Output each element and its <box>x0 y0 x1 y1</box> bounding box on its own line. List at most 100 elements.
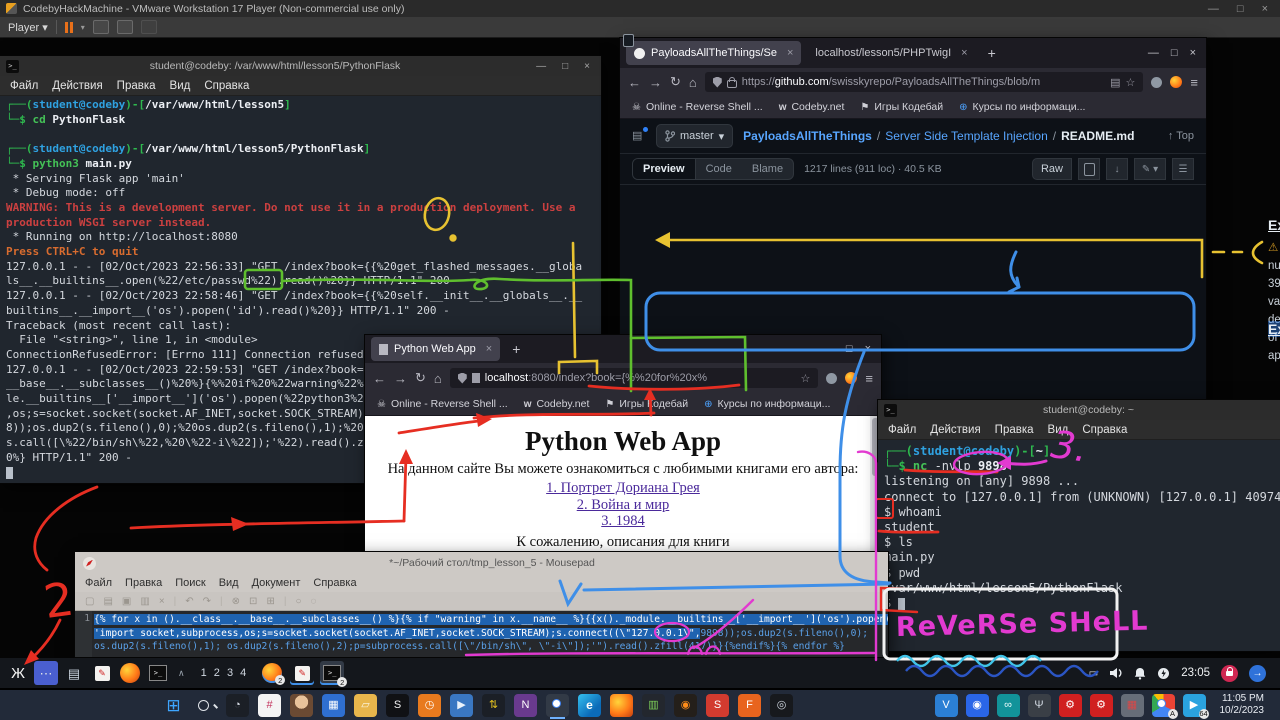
chrome-icon[interactable] <box>546 694 569 717</box>
tab-close-icon[interactable]: × <box>482 343 492 355</box>
tab-code[interactable]: Code <box>696 159 742 179</box>
yellow-arrows-icon[interactable]: ⇅ <box>482 694 505 717</box>
menu-item[interactable]: Файл <box>10 80 38 92</box>
menu-item[interactable]: Вид <box>170 80 191 92</box>
menu-item[interactable]: Поиск <box>175 577 205 589</box>
copy-icon[interactable]: ⊡ <box>249 596 257 607</box>
bookmark-item[interactable]: wCodeby.net <box>779 101 845 113</box>
tab-python-web-app[interactable]: Python Web App× <box>371 337 500 361</box>
panel-expander-icon[interactable]: ∧ <box>178 668 185 679</box>
calendar-icon[interactable]: ▦ <box>322 694 345 717</box>
home-icon[interactable]: ⌂ <box>689 75 697 90</box>
onenote-icon[interactable]: N <box>514 694 537 717</box>
tab-close-icon[interactable]: × <box>957 47 967 59</box>
raw-button[interactable]: Raw <box>1032 158 1072 180</box>
menu-item[interactable]: Действия <box>52 80 102 92</box>
search-icon[interactable]: ○ <box>295 596 301 607</box>
outline-icon[interactable]: ☰ <box>1172 158 1194 180</box>
menu-item[interactable]: Файл <box>85 577 112 589</box>
media-app-icon[interactable]: ▥ <box>642 694 665 717</box>
minimize-button[interactable]: — <box>531 61 551 72</box>
bookmark-star-icon[interactable]: ☆ <box>1126 76 1136 89</box>
forward-icon[interactable]: → <box>649 75 662 90</box>
logout-icon[interactable]: → <box>1249 665 1266 682</box>
tab-localhost[interactable]: localhost/lesson5/PHPTwigI× <box>807 41 975 65</box>
maximize-button[interactable]: □ <box>846 343 853 355</box>
player-menu[interactable]: Player ▾ <box>8 21 48 34</box>
reader-icon[interactable]: ▤ <box>1110 76 1120 89</box>
download-icon[interactable]: ↓ <box>1106 158 1128 180</box>
bookmark-item[interactable]: ⚑Игры Кодебай <box>605 398 688 410</box>
display-icon[interactable]: ▭ <box>1089 668 1098 679</box>
search-replace-icon[interactable]: ◌ <box>310 596 316 607</box>
menu-item[interactable]: Файл <box>888 424 916 436</box>
menu-item[interactable]: Справка <box>204 80 249 92</box>
pocket-icon[interactable] <box>826 373 837 384</box>
speed-meter-icon[interactable]: ◔ <box>226 694 249 717</box>
pause-button[interactable] <box>65 22 73 33</box>
menu-item[interactable]: Правка <box>117 80 156 92</box>
plant-app-icon[interactable]: Ψ <box>1028 694 1051 717</box>
menu-item[interactable]: Действия <box>930 424 980 436</box>
avatar-icon[interactable] <box>290 694 313 717</box>
url-bar[interactable]: https://github.com/swisskyrepo/PayloadsA… <box>705 72 1144 92</box>
slack-icon[interactable]: # <box>258 694 281 717</box>
notifications-bell-icon[interactable] <box>1134 667 1146 680</box>
kali-menu-icon[interactable]: Ж <box>6 661 30 685</box>
menu-item[interactable]: Вид <box>1048 424 1069 436</box>
github-heading-1[interactable]: Exploit the SSTI by calling subprocess.P… <box>1268 217 1280 235</box>
fl-studio-icon[interactable]: ◉ <box>674 694 697 717</box>
close-button[interactable]: × <box>579 61 595 72</box>
start-icon[interactable]: ⊞ <box>162 694 185 717</box>
breadcrumb-folder[interactable]: Server Side Template Injection <box>885 129 1048 143</box>
redo-icon[interactable]: ↷ <box>203 596 211 607</box>
forward-icon[interactable]: → <box>394 371 407 386</box>
minimize-button[interactable]: — <box>1148 47 1159 59</box>
github-heading-2[interactable]: Exploit the SSTI by calling Popen withou… <box>1268 321 1280 339</box>
devices-icon[interactable] <box>93 20 109 34</box>
terminal-launcher-icon[interactable]: >_ <box>146 661 170 685</box>
menu-item[interactable]: Справка <box>313 577 356 589</box>
pause-dropdown-icon[interactable]: ▾ <box>81 23 85 32</box>
terminal-titlebar[interactable]: >_ student@codeby: /var/www/html/lesson5… <box>0 56 601 76</box>
mousepad-window-icon[interactable]: ✎ <box>290 661 314 685</box>
firefox-launcher-icon[interactable] <box>120 663 140 683</box>
telegram-icon[interactable]: ▶64 <box>1183 694 1206 717</box>
shure-motiv-icon[interactable]: S <box>386 694 409 717</box>
vmware-player-icon[interactable]: ▶ <box>450 694 473 717</box>
firefox-icon[interactable] <box>610 694 633 717</box>
windows-clock[interactable]: 11:05 PM 10/2/2023 <box>1220 693 1271 717</box>
terminal-window-icon[interactable]: >_2 <box>320 661 344 685</box>
extension-icon[interactable] <box>1170 76 1182 88</box>
reload-icon[interactable]: ↻ <box>670 74 681 90</box>
fullscreen-icon[interactable] <box>117 20 133 34</box>
menu-icon[interactable]: ≡ <box>865 371 873 386</box>
edit-button[interactable]: ✎ ▾ <box>1134 158 1166 180</box>
extension-icon[interactable] <box>845 372 857 384</box>
tracking-shield-icon[interactable] <box>458 373 467 384</box>
back-icon[interactable]: ← <box>628 75 641 90</box>
file-manager-icon[interactable]: ▤ <box>62 661 86 685</box>
book-link-1[interactable]: 1. Портрет Дориана Грея <box>365 480 881 497</box>
maximize-button[interactable]: □ <box>557 61 573 72</box>
file-tree-icon[interactable]: ▤ <box>632 129 646 143</box>
menu-icon[interactable]: ≡ <box>1190 75 1198 90</box>
chrome-tray-icon[interactable]: A <box>1152 694 1175 717</box>
close-button[interactable]: × <box>1256 3 1274 15</box>
save-icon[interactable]: ▣ <box>122 596 131 607</box>
minimize-button[interactable]: — <box>823 343 834 355</box>
menu-item[interactable]: Правка <box>995 424 1034 436</box>
bookmark-item[interactable]: ☠Online - Reverse Shell ... <box>377 398 508 410</box>
app-launcher-icon[interactable]: ⋯ <box>34 661 58 685</box>
red-gear-2-icon[interactable]: ⚙ <box>1090 694 1113 717</box>
menu-item[interactable]: Документ <box>252 577 301 589</box>
book-link-2[interactable]: 2. Война и мир <box>365 497 881 514</box>
book-link-3[interactable]: 3. 1984 <box>365 513 881 530</box>
file-explorer-icon[interactable]: ▱ <box>354 694 377 717</box>
new-tab-button[interactable]: + <box>506 341 526 357</box>
volume-icon[interactable] <box>1109 667 1123 679</box>
breadcrumb-repo[interactable]: PayloadsAllTheThings <box>743 129 872 143</box>
paste-icon[interactable]: ⊞ <box>266 596 274 607</box>
menu-item[interactable]: Справка <box>1082 424 1127 436</box>
maximize-button[interactable]: □ <box>1231 3 1250 15</box>
